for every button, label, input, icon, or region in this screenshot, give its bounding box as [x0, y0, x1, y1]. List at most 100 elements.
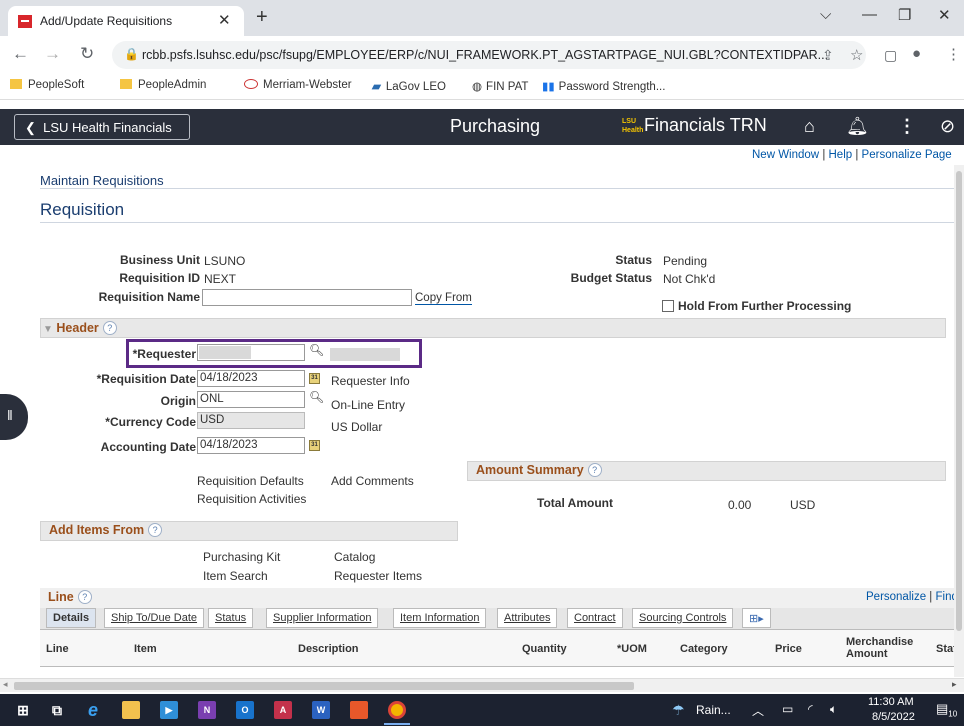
show-hidden-icons-icon[interactable]: ︿ [752, 702, 764, 719]
item-search-link[interactable]: Item Search [203, 569, 268, 583]
tab-details[interactable]: Details [46, 608, 97, 628]
breadcrumb[interactable]: Maintain Requisitions [40, 173, 164, 188]
access-icon[interactable]: A [274, 701, 292, 719]
tab-search-chevron-icon[interactable]: ⌵ [820, 6, 831, 23]
restore-icon[interactable]: ❐ [898, 6, 911, 24]
bookmark-merriam-webster[interactable]: Merriam-Webster [244, 79, 352, 91]
purchasing-kit-link[interactable]: Purchasing Kit [203, 550, 280, 564]
vertical-scrollbar-thumb[interactable] [956, 171, 962, 631]
new-window-link[interactable]: New Window [752, 149, 819, 161]
calendar-icon[interactable]: 31 [309, 373, 320, 384]
header-section-title[interactable]: ▼ Header? [43, 321, 117, 335]
personalize-page-link[interactable]: Personalize Page [862, 149, 952, 161]
tab-sourcing-controls[interactable]: Sourcing Controls [632, 608, 734, 628]
line-grid-header: Line? Personalize | Find [40, 588, 964, 608]
share-icon[interactable]: ⇪ [822, 47, 834, 64]
network-icon[interactable]: ▭ [782, 702, 793, 716]
bookmark-lagov-leo[interactable]: ▰ LaGov LEO [372, 79, 446, 93]
onenote-icon[interactable]: N [198, 701, 216, 719]
notification-center-icon[interactable]: ▤10 [936, 701, 957, 719]
weather-text[interactable]: Rain... [696, 703, 731, 717]
requester-items-link[interactable]: Requester Items [334, 569, 422, 583]
volume-icon[interactable]: 🔈︎ [830, 702, 837, 717]
notifications-bell-icon[interactable]: 🔔︎ [846, 116, 869, 137]
wifi-icon[interactable]: ◜ [808, 702, 813, 716]
home-icon[interactable]: ⌂ [804, 116, 815, 137]
requester-info-link[interactable]: Requester Info [331, 374, 410, 388]
tab-supplier-information[interactable]: Supplier Information [266, 608, 379, 628]
requisition-date-input[interactable]: 04/18/2023 [197, 370, 305, 387]
origin-input[interactable]: ONL [197, 391, 305, 408]
back-to-lsu-health-financials-button[interactable]: ❮ LSU Health Financials [14, 114, 190, 140]
reload-icon[interactable]: ↻ [80, 44, 94, 64]
copy-from-link[interactable]: Copy From [415, 292, 472, 305]
col-uom: *UOM [617, 643, 647, 655]
tab-contract[interactable]: Contract [567, 608, 623, 628]
new-tab-icon[interactable]: + [256, 6, 268, 29]
back-arrow-icon[interactable]: ← [12, 44, 29, 64]
lsu-health-logo-icon: LSU Health [622, 118, 644, 134]
catalog-link[interactable]: Catalog [334, 550, 375, 564]
bookmark-password-strength[interactable]: ▮▮ Password Strength... [542, 79, 665, 93]
bookmark-peoplesoft[interactable]: PeopleSoft [10, 79, 84, 91]
outlook-icon[interactable]: O [236, 701, 254, 719]
tab-item-information[interactable]: Item Information [393, 608, 487, 628]
calendar-icon[interactable]: 31 [309, 440, 320, 451]
hold-checkbox[interactable] [662, 300, 674, 312]
help-icon[interactable]: ? [77, 590, 92, 604]
personalize-link[interactable]: Personalize [866, 591, 926, 603]
clock-time[interactable]: 11:30 AM [868, 696, 914, 708]
add-comments-link[interactable]: Add Comments [331, 474, 414, 488]
col-line: Line [46, 643, 69, 655]
requisition-name-input[interactable] [202, 289, 412, 306]
actions-menu-icon[interactable]: ⋮ [898, 116, 916, 137]
vertical-scrollbar[interactable] [954, 165, 964, 677]
address-bar[interactable]: 🔒 rcbb.psfs.lsuhsc.edu/psc/fsupg/EMPLOYE… [112, 41, 866, 69]
peoplesoft-banner: ❮ LSU Health Financials Purchasing LSU He… [0, 109, 964, 145]
side-panel-icon[interactable]: ▢ [884, 47, 897, 64]
edge-icon[interactable]: e [84, 701, 102, 719]
business-unit-value: LSUNO [204, 254, 246, 268]
bookmark-fin-pat[interactable]: ◍ FIN PAT [472, 79, 528, 93]
tab-status[interactable]: Status [208, 608, 254, 628]
office-icon[interactable] [350, 701, 368, 719]
merriam-webster-icon [244, 79, 258, 89]
media-player-icon[interactable]: ▶ [160, 701, 178, 719]
word-icon[interactable]: W [312, 701, 330, 719]
accounting-date-input[interactable]: 04/18/2023 [197, 437, 305, 454]
collapse-triangle-icon[interactable]: ▼ [43, 324, 53, 335]
chrome-icon[interactable] [388, 701, 406, 719]
bookmark-peopleadmin[interactable]: PeopleAdmin [120, 79, 206, 91]
col-quantity: Quantity [522, 643, 567, 655]
bookmark-star-icon[interactable]: ☆ [850, 46, 863, 64]
profile-avatar-icon[interactable]: ● [912, 45, 921, 62]
navbar-compass-icon[interactable]: ⊘ [940, 116, 955, 137]
col-price: Price [775, 643, 802, 655]
task-view-icon[interactable]: ⧉ [48, 701, 66, 719]
show-all-columns-icon[interactable]: ⊞▸ [742, 608, 771, 628]
browser-menu-icon[interactable]: ⋮ [946, 45, 961, 63]
scroll-left-icon[interactable]: ◂ [3, 679, 8, 690]
tab-attributes[interactable]: Attributes [497, 608, 558, 628]
close-tab-icon[interactable]: ✕ [218, 11, 231, 29]
windows-start-icon[interactable]: ⊞ [14, 701, 32, 719]
help-icon[interactable]: ? [148, 523, 163, 537]
clock-date[interactable]: 8/5/2022 [872, 711, 915, 723]
requisition-activities-link[interactable]: Requisition Activities [197, 492, 306, 506]
help-link[interactable]: Help [829, 149, 853, 161]
minimize-icon[interactable]: — [862, 6, 877, 23]
horizontal-scrollbar[interactable]: ◂ ▸ [0, 678, 964, 692]
close-window-icon[interactable]: ✕ [938, 6, 951, 24]
requester-lookup-icon[interactable]: 🔍︎ [309, 343, 324, 357]
help-icon[interactable]: ? [102, 321, 117, 335]
scroll-right-icon[interactable]: ▸ [952, 679, 957, 690]
tab-ship-to-due-date[interactable]: Ship To/Due Date [104, 608, 205, 628]
help-icon[interactable]: ? [587, 463, 602, 477]
scrollbar-thumb[interactable] [14, 682, 634, 690]
forward-arrow-icon[interactable]: → [44, 44, 61, 64]
origin-lookup-icon[interactable]: 🔍︎ [309, 390, 324, 404]
side-panel-handle-icon[interactable]: ‖ [0, 394, 28, 440]
browser-tab[interactable]: Add/Update Requisitions ✕ [8, 6, 244, 36]
requisition-defaults-link[interactable]: Requisition Defaults [197, 474, 304, 488]
file-explorer-icon[interactable] [122, 701, 140, 719]
